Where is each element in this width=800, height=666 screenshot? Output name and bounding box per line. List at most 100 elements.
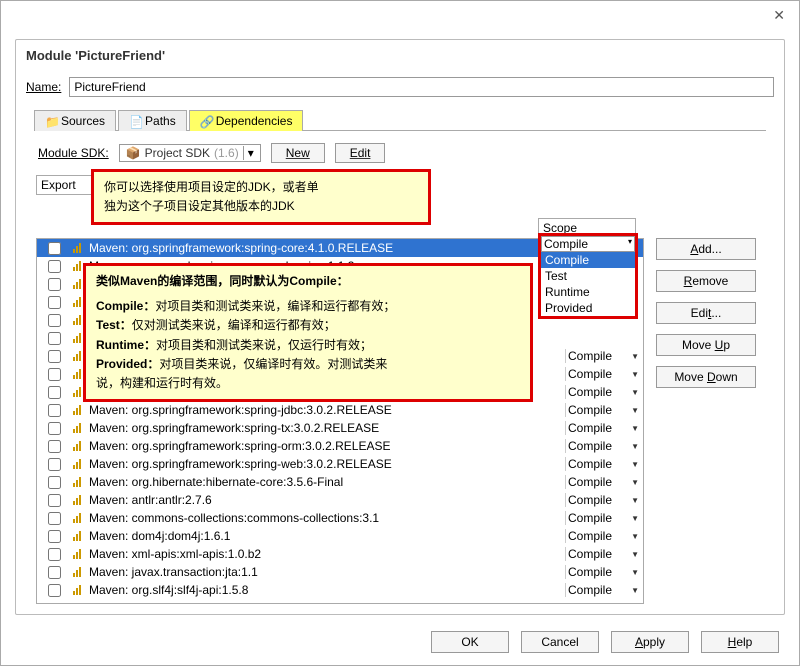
library-icon — [69, 243, 85, 253]
library-icon — [69, 477, 85, 487]
move-down-button[interactable]: Move Down — [656, 366, 756, 388]
dependency-name: Maven: dom4j:dom4j:1.6.1 — [85, 529, 565, 543]
sdk-label: Module SDK: — [38, 146, 109, 160]
export-checkbox[interactable] — [39, 511, 69, 525]
chevron-down-icon: ▼ — [631, 460, 639, 469]
dependency-name: Maven: org.slf4j:slf4j-api:1.5.8 — [85, 583, 565, 597]
table-row[interactable]: Maven: org.springframework:spring-jdbc:3… — [37, 401, 643, 419]
library-icon — [69, 549, 85, 559]
export-checkbox[interactable] — [39, 277, 69, 291]
export-checkbox[interactable] — [39, 367, 69, 381]
close-icon[interactable]: ✕ — [773, 7, 785, 24]
table-row[interactable]: Maven: xml-apis:xml-apis:1.0.b2Compile▼ — [37, 545, 643, 563]
cancel-button[interactable]: Cancel — [521, 631, 599, 653]
library-icon — [69, 459, 85, 469]
export-checkbox[interactable] — [39, 349, 69, 363]
header-export[interactable]: Export — [36, 175, 94, 195]
chevron-down-icon: ▼ — [631, 370, 639, 379]
export-checkbox[interactable] — [39, 493, 69, 507]
library-icon — [69, 531, 85, 541]
table-row[interactable]: Maven: commons-collections:commons-colle… — [37, 509, 643, 527]
export-checkbox[interactable] — [39, 547, 69, 561]
export-checkbox[interactable] — [39, 295, 69, 309]
sdk-combo[interactable]: 📦 Project SDK (1.6) ▾ — [119, 144, 261, 162]
export-checkbox[interactable] — [39, 331, 69, 345]
ok-button[interactable]: OK — [431, 631, 509, 653]
tab-paths[interactable]: 📄 Paths — [118, 110, 187, 131]
export-checkbox[interactable] — [39, 475, 69, 489]
table-row[interactable]: Maven: antlr:antlr:2.7.6Compile▼ — [37, 491, 643, 509]
scope-cell[interactable]: Compile▼ — [565, 529, 641, 543]
remove-button[interactable]: Remove — [656, 270, 756, 292]
dependency-icon: 🔗 — [200, 115, 212, 127]
scope-cell[interactable]: Compile▼ — [565, 583, 641, 597]
export-checkbox[interactable] — [39, 259, 69, 273]
tab-sources[interactable]: 📁 Sources — [34, 110, 116, 131]
chevron-down-icon: ▾ — [628, 237, 632, 251]
export-checkbox[interactable] — [39, 385, 69, 399]
table-row[interactable]: Maven: org.springframework:spring-orm:3.… — [37, 437, 643, 455]
dependency-name: Maven: org.springframework:spring-tx:3.0… — [85, 421, 565, 435]
export-checkbox[interactable] — [39, 241, 69, 255]
export-checkbox[interactable] — [39, 565, 69, 579]
export-checkbox[interactable] — [39, 583, 69, 597]
help-button[interactable]: Help — [701, 631, 779, 653]
table-row[interactable]: Maven: dom4j:dom4j:1.6.1Compile▼ — [37, 527, 643, 545]
export-checkbox[interactable] — [39, 457, 69, 471]
table-row[interactable]: Maven: org.slf4j:slf4j-api:1.5.8Compile▼ — [37, 581, 643, 599]
chevron-down-icon: ▼ — [631, 352, 639, 361]
dialog-buttons: OK Cancel Apply Help — [431, 631, 779, 653]
edit-button[interactable]: Edit... — [656, 302, 756, 324]
dependency-name: Maven: org.springframework:spring-orm:3.… — [85, 439, 565, 453]
side-buttons: Add... Remove Edit... Move Up Move Down — [656, 238, 764, 388]
folder-icon: 📁 — [45, 115, 57, 127]
library-icon — [69, 567, 85, 577]
name-input[interactable] — [69, 77, 774, 97]
tab-dependencies[interactable]: 🔗 Dependencies — [189, 110, 304, 131]
callout-sdk: 你可以选择使用项目设定的JDK，或者单 独为这个子项目设定其他版本的JDK — [91, 169, 431, 225]
export-checkbox[interactable] — [39, 439, 69, 453]
dependency-name: Maven: xml-apis:xml-apis:1.0.b2 — [85, 547, 565, 561]
name-row: Name: — [16, 71, 784, 103]
scope-cell[interactable]: Compile▼ — [565, 547, 641, 561]
scope-cell[interactable]: Compile▼ — [565, 385, 641, 399]
scope-cell[interactable]: Compile▼ — [565, 403, 641, 417]
add-button[interactable]: Add... — [656, 238, 756, 260]
export-checkbox[interactable] — [39, 529, 69, 543]
scope-cell[interactable]: Compile▼ — [565, 457, 641, 471]
chevron-down-icon: ▼ — [631, 478, 639, 487]
dependency-name: Maven: org.hibernate:hibernate-core:3.5.… — [85, 475, 565, 489]
table-row[interactable]: Maven: org.hibernate:hibernate-core:3.5.… — [37, 473, 643, 491]
chevron-down-icon: ▼ — [631, 496, 639, 505]
chevron-down-icon: ▼ — [631, 532, 639, 541]
table-row[interactable]: Maven: javax.transaction:jta:1.1Compile▼ — [37, 563, 643, 581]
library-icon — [69, 585, 85, 595]
scope-cell[interactable]: Compile▼ — [565, 493, 641, 507]
export-checkbox[interactable] — [39, 421, 69, 435]
table-row[interactable]: Maven: org.springframework:spring-web:3.… — [37, 455, 643, 473]
scope-option-compile[interactable]: Compile — [541, 252, 635, 268]
scope-cell[interactable]: Compile▼ — [565, 511, 641, 525]
apply-button[interactable]: Apply — [611, 631, 689, 653]
export-checkbox[interactable] — [39, 313, 69, 327]
scope-cell[interactable]: Compile▼ — [565, 439, 641, 453]
move-up-button[interactable]: Move Up — [656, 334, 756, 356]
export-checkbox[interactable] — [39, 403, 69, 417]
scope-cell[interactable]: Compile▼ — [565, 349, 641, 363]
scope-combo[interactable]: Compile▾ — [541, 236, 635, 252]
edit-sdk-button[interactable]: Edit — [335, 143, 386, 163]
tab-bar: 📁 Sources 📄 Paths 🔗 Dependencies — [34, 109, 766, 131]
scope-option-provided[interactable]: Provided — [541, 300, 635, 316]
scope-cell[interactable]: Compile▼ — [565, 475, 641, 489]
sdk-icon: 📦 — [126, 146, 141, 160]
scope-cell[interactable]: Compile▼ — [565, 565, 641, 579]
scope-option-test[interactable]: Test — [541, 268, 635, 284]
table-row[interactable]: Maven: org.springframework:spring-tx:3.0… — [37, 419, 643, 437]
scope-cell[interactable]: Compile▼ — [565, 367, 641, 381]
scope-option-runtime[interactable]: Runtime — [541, 284, 635, 300]
chevron-down-icon: ▼ — [631, 442, 639, 451]
new-button[interactable]: New — [271, 143, 325, 163]
scope-cell[interactable]: Compile▼ — [565, 421, 641, 435]
chevron-down-icon: ▼ — [631, 586, 639, 595]
chevron-down-icon: ▼ — [631, 514, 639, 523]
